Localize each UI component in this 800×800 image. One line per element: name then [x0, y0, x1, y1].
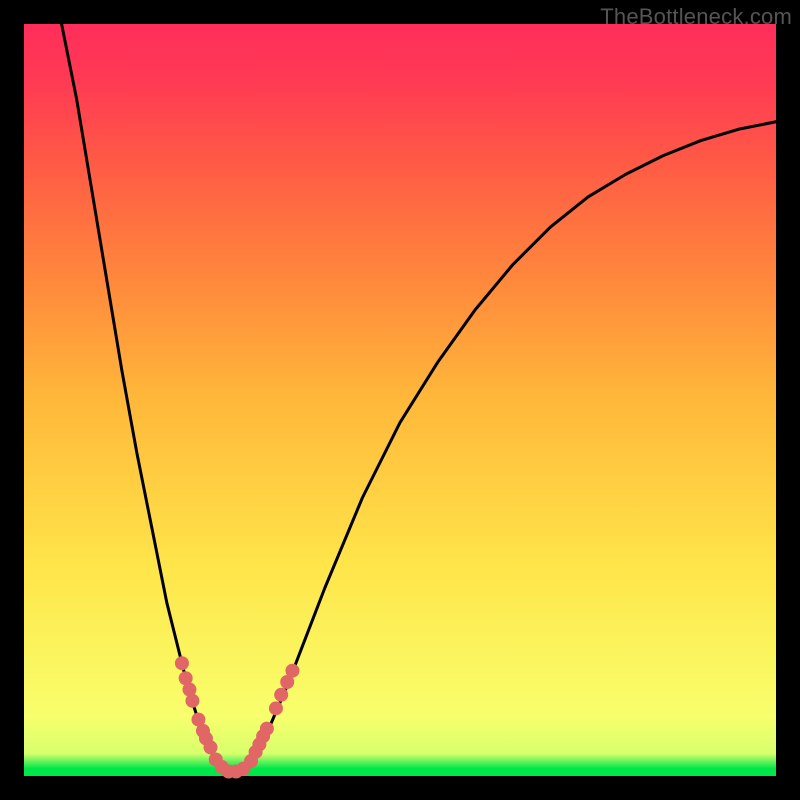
data-marker — [285, 664, 299, 678]
curve-group — [62, 24, 776, 772]
curve-layer — [24, 24, 776, 776]
data-marker — [185, 694, 199, 708]
data-marker — [204, 740, 218, 754]
data-marker — [260, 722, 274, 736]
chart-frame: TheBottleneck.com — [0, 0, 800, 800]
data-marker — [175, 656, 189, 670]
data-marker — [269, 701, 283, 715]
watermark-label: TheBottleneck.com — [600, 4, 792, 30]
marker-group — [175, 656, 300, 778]
bottleneck-curve — [62, 24, 776, 772]
data-marker — [274, 688, 288, 702]
